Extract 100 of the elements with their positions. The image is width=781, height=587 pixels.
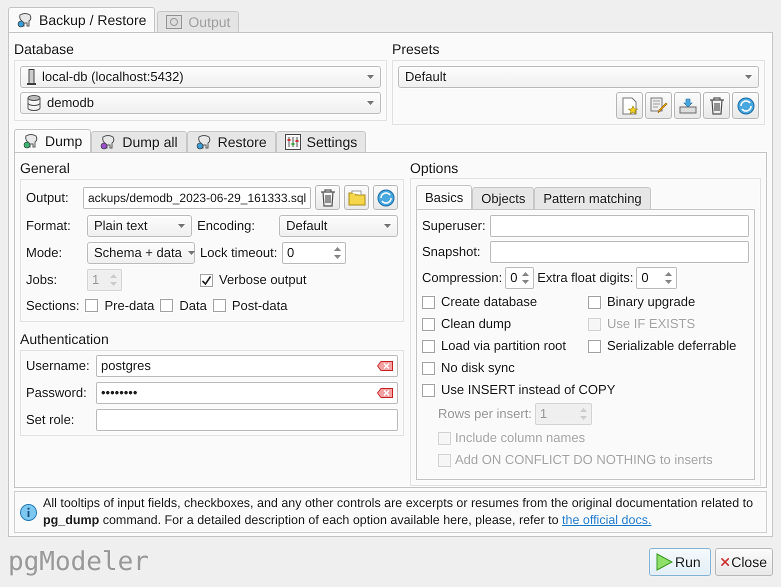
tab[interactable]: Objects: [472, 187, 534, 209]
reload-presets-button[interactable]: [732, 92, 759, 119]
superuser-field[interactable]: [490, 215, 749, 237]
checkbox[interactable]: [422, 362, 435, 374]
clear-icon[interactable]: [377, 388, 393, 398]
field-label: Lock timeout:: [200, 244, 278, 262]
checkbox-label: Create database: [441, 293, 538, 311]
compression-spinbox[interactable]: 0: [505, 267, 534, 289]
field-label: Password:: [26, 384, 88, 402]
field-label: Username:: [26, 356, 91, 375]
checkbox-label: Data: [179, 296, 207, 315]
checkbox-label: No disk sync: [441, 359, 515, 377]
checkbox-label: Pre-data: [104, 296, 154, 315]
dialog-button[interactable]: Run: [649, 548, 711, 576]
tab[interactable]: Restore: [186, 131, 276, 152]
checkbox[interactable]: [422, 296, 435, 308]
text-field[interactable]: postgres: [96, 354, 398, 376]
tab[interactable]: Settings: [276, 131, 366, 152]
field-label: Compression:: [422, 269, 502, 288]
refresh-button[interactable]: [373, 185, 398, 210]
caret-icon: [384, 224, 392, 228]
stepper-icon: [580, 406, 587, 422]
field-label: Sections:: [26, 297, 80, 315]
trash-icon: [320, 188, 336, 206]
field-label: Encoding:: [197, 217, 256, 236]
clear-icon[interactable]: [377, 360, 393, 370]
checkbox-label: Use INSERT instead of COPY: [441, 381, 616, 399]
field-label: Set role:: [26, 410, 76, 429]
checkbox[interactable]: [588, 340, 601, 352]
lock-timeout-spinbox[interactable]: 0: [282, 242, 346, 264]
checkbox-label: Add ON CONFLICT DO NOTHING to inserts: [455, 451, 713, 469]
format-dropdown[interactable]: Plain text: [87, 215, 192, 237]
checkbox[interactable]: [422, 384, 435, 396]
folder-icon: [348, 190, 366, 206]
delete-preset-button[interactable]: [703, 92, 730, 119]
snapshot-field[interactable]: [490, 241, 749, 263]
new-preset-button[interactable]: [616, 92, 643, 119]
tab[interactable]: Pattern matching: [534, 187, 651, 209]
database-icon: [27, 95, 41, 111]
checkbox[interactable]: [160, 299, 174, 312]
browse-button[interactable]: [344, 185, 370, 210]
checkbox[interactable]: [212, 299, 226, 312]
checkbox-label: Use IF EXISTS: [607, 315, 696, 333]
stepper-icon: [522, 270, 530, 286]
checkbox[interactable]: [85, 299, 98, 312]
dialog-button[interactable]: Close: [715, 548, 773, 576]
field-label: Format:: [26, 217, 72, 236]
stepper-icon: [665, 270, 672, 286]
caret-icon: [178, 224, 186, 228]
tab[interactable]: Backup / Restore: [8, 7, 156, 32]
field-label: Superuser:: [422, 217, 487, 236]
checkbox-label: Include column names: [455, 429, 586, 447]
field-label: Extra float digits:: [537, 269, 634, 288]
caret-icon: [188, 251, 195, 255]
float-digits-spinbox[interactable]: 0: [636, 267, 678, 289]
stepper-icon: [334, 245, 341, 261]
tab[interactable]: Dump all: [91, 131, 187, 152]
checkbox[interactable]: [588, 296, 601, 308]
info-icon: [20, 504, 37, 520]
clear-output-button[interactable]: [315, 185, 340, 210]
checkbox-label: Load via partition root: [441, 337, 566, 355]
checkbox-label: Serializable deferrable: [607, 337, 736, 355]
docs-link[interactable]: the official docs.: [562, 513, 652, 527]
preset-dropdown[interactable]: Default: [398, 66, 759, 88]
section-title: General: [20, 160, 71, 176]
section-title: Authentication: [20, 330, 110, 346]
field-label: Rows per insert:: [438, 405, 532, 424]
refresh-icon: [376, 188, 395, 206]
checkbox-label: Post-data: [232, 296, 288, 315]
database-dropdown[interactable]: demodb: [20, 92, 381, 114]
page-pencil-icon: [650, 96, 668, 114]
checkbox[interactable]: [200, 274, 213, 286]
field-label: Snapshot:: [422, 243, 482, 262]
section-title: Database: [14, 41, 75, 57]
tab[interactable]: Basics: [416, 185, 472, 209]
connection-dropdown[interactable]: local-db (localhost:5432): [20, 66, 381, 88]
edit-preset-button[interactable]: [645, 92, 672, 119]
checkbox-label: Binary upgrade: [607, 293, 696, 311]
field-label: Mode:: [26, 244, 64, 262]
checkbox[interactable]: [422, 318, 435, 330]
section-title: Presets: [392, 41, 440, 57]
tab[interactable]: Dump: [14, 129, 92, 152]
save-preset-button[interactable]: [674, 92, 701, 119]
caret-icon: [367, 101, 374, 105]
mode-dropdown[interactable]: Schema + data: [87, 242, 195, 264]
server-icon: [27, 69, 36, 85]
tray-download-icon: [678, 98, 696, 114]
output-field[interactable]: ackups/demodb_2023-06-29_161333.sql: [83, 186, 312, 208]
caret-icon: [367, 75, 374, 79]
field-label: Output:: [26, 188, 70, 207]
refresh-icon: [736, 96, 754, 114]
checkbox[interactable]: [422, 340, 435, 352]
text-field[interactable]: [96, 408, 398, 430]
page-star-icon: [622, 96, 638, 114]
info-text: All tooltips of input fields, checkboxes, and any other controls are excerpts or resumes from the original documentation related to pg_dump command. For a detailed description of each option available here, please, refer to the official docs.: [43, 495, 754, 529]
text-field[interactable]: ••••••••: [96, 382, 398, 404]
encoding-dropdown[interactable]: Default: [279, 215, 398, 237]
sliders-icon: [284, 134, 301, 150]
checkbox-label: Verbose output: [219, 271, 306, 289]
trash-icon: [708, 96, 724, 114]
